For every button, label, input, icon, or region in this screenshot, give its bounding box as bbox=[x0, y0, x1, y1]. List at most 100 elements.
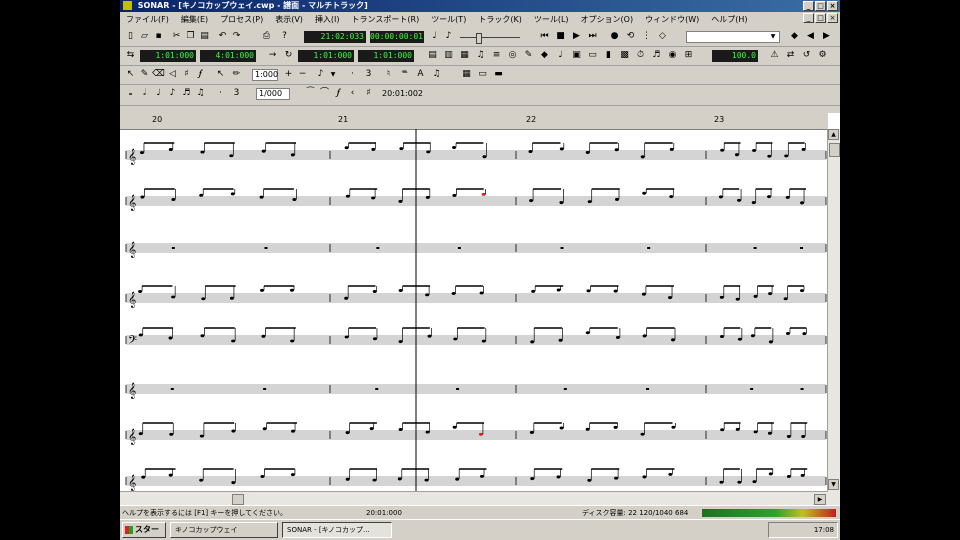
fast-forward-icon[interactable]: ⏭ bbox=[586, 30, 599, 43]
new-file-icon[interactable]: ▯ bbox=[124, 30, 137, 43]
key-icon[interactable]: ♯ bbox=[362, 87, 375, 100]
close-button[interactable]: × bbox=[827, 1, 838, 11]
scroll-right-icon[interactable]: ▶ bbox=[814, 494, 826, 505]
forte-icon[interactable]: 𝆑 bbox=[332, 87, 345, 100]
beam-icon[interactable]: ♫ bbox=[430, 68, 443, 81]
paste-icon[interactable]: ▤ bbox=[198, 30, 211, 43]
menu-help[interactable]: ヘルプ(H) bbox=[705, 14, 753, 25]
punch-start-display[interactable]: 1:01:000 bbox=[298, 50, 354, 62]
view-video-icon[interactable]: ▭ bbox=[586, 49, 599, 62]
tuplet-icon[interactable]: 3 bbox=[362, 68, 375, 81]
vertical-scroll-thumb[interactable] bbox=[829, 143, 840, 157]
view-track-icon[interactable]: ▤ bbox=[426, 49, 439, 62]
view-synth-icon[interactable]: ▩ bbox=[618, 49, 631, 62]
view-ctrl-icon[interactable]: ⊞ bbox=[682, 49, 695, 62]
lyric-icon[interactable]: A bbox=[414, 68, 427, 81]
print-icon[interactable]: ⎙ bbox=[260, 30, 273, 43]
staff-notation[interactable]: 𝄞 𝄞 𝄞 𝄞 𝄢 𝄞 𝄞 𝄞 bbox=[120, 129, 828, 491]
menu-process[interactable]: プロセス(P) bbox=[214, 14, 269, 25]
chevron-down-icon-2[interactable]: ▼ bbox=[328, 68, 338, 81]
marker-icon[interactable]: ◆ bbox=[788, 30, 801, 43]
loop-icon[interactable]: ⟲ bbox=[624, 30, 637, 43]
minimize-button[interactable]: _ bbox=[803, 1, 814, 11]
menu-track[interactable]: トラック(K) bbox=[472, 14, 528, 25]
now-time-display[interactable]: 21:02:033 bbox=[304, 31, 366, 43]
punch-in-icon[interactable]: → bbox=[266, 49, 279, 62]
triplet-note-icon[interactable]: 3 bbox=[230, 87, 243, 100]
copy-icon[interactable]: ❐ bbox=[184, 30, 197, 43]
smpte-time-display[interactable]: 00:00:00:01 bbox=[370, 31, 424, 43]
pointer-tool-icon[interactable]: ↖ bbox=[214, 68, 227, 81]
view-markers-icon[interactable]: ◆ bbox=[538, 49, 551, 62]
settings-icon[interactable]: ⚙ bbox=[816, 49, 829, 62]
zoom-out-icon[interactable]: − bbox=[296, 68, 309, 81]
erase-tool-icon[interactable]: ⌫ bbox=[152, 68, 165, 81]
view-groove-icon[interactable]: ♬ bbox=[650, 49, 663, 62]
tie-icon[interactable]: ⁀ bbox=[304, 87, 317, 100]
scroll-down-icon[interactable]: ▼ bbox=[828, 479, 839, 490]
pencil-tool-icon[interactable]: ✏ bbox=[230, 68, 243, 81]
marker-prev-icon[interactable]: ◀ bbox=[804, 30, 817, 43]
pedal-icon[interactable]: 𝆮 bbox=[398, 68, 411, 81]
view-pianoroll-icon[interactable]: ▦ bbox=[458, 49, 471, 62]
view-big-time-icon[interactable]: ⏱ bbox=[634, 49, 647, 62]
vertical-scrollbar[interactable]: ▲ ▼ bbox=[827, 129, 840, 505]
menu-options[interactable]: オプション(O) bbox=[575, 14, 640, 25]
chevron-down-icon[interactable]: ▼ bbox=[768, 32, 778, 42]
doc-minimize-button[interactable]: _ bbox=[803, 13, 814, 23]
scroll-up-icon[interactable]: ▲ bbox=[828, 129, 839, 140]
stop-icon[interactable]: ■ bbox=[554, 30, 567, 43]
loop-end-display[interactable]: 4:01:000 bbox=[200, 50, 256, 62]
view-event-icon[interactable]: ≡ bbox=[490, 49, 503, 62]
menu-file[interactable]: ファイル(F) bbox=[120, 14, 175, 25]
eighth-note-icon[interactable]: ♪ bbox=[166, 87, 179, 100]
loop-start-display[interactable]: 1:01:000 bbox=[140, 50, 196, 62]
view-tempo-icon[interactable]: ♩ bbox=[554, 49, 567, 62]
score-view[interactable]: 20 21 22 23 𝄞 𝄞 𝄞 𝄞 𝄢 𝄞 𝄞 𝄞 ▲ ▼ ▶ bbox=[120, 113, 840, 506]
step-record-icon[interactable]: ⋮ bbox=[640, 30, 653, 43]
fill-durations-icon[interactable]: ▭ bbox=[476, 68, 489, 81]
auto-punch-icon[interactable]: ◇ bbox=[656, 30, 669, 43]
record-icon[interactable]: ● bbox=[608, 30, 621, 43]
expression-tool-icon[interactable]: 𝆑 bbox=[194, 68, 207, 81]
maximize-button[interactable]: □ bbox=[815, 1, 826, 11]
note-duration-icon[interactable]: ♪ bbox=[314, 68, 327, 81]
view-staff-icon[interactable]: ♫ bbox=[474, 49, 487, 62]
save-icon[interactable]: ▪ bbox=[152, 30, 165, 43]
rewind-icon[interactable]: ⏮ bbox=[538, 30, 551, 43]
view-loop-icon[interactable]: ◎ bbox=[506, 49, 519, 62]
marker-dropdown[interactable] bbox=[686, 31, 780, 43]
marker-next-icon[interactable]: ▶ bbox=[820, 30, 833, 43]
sixteenth-note-icon[interactable]: ♬ bbox=[180, 87, 193, 100]
menu-view[interactable]: 表示(V) bbox=[269, 14, 309, 25]
loop-toggle-icon[interactable]: ⇆ bbox=[124, 49, 137, 62]
start-button[interactable]: スタート bbox=[122, 522, 166, 540]
view-surround-icon[interactable]: ◉ bbox=[666, 49, 679, 62]
resolution-field[interactable]: 1:000 bbox=[252, 69, 278, 81]
layout-icon[interactable]: ▦ bbox=[460, 68, 473, 81]
taskbar-item-sonar[interactable]: SONAR - [キノコカップ... bbox=[282, 522, 392, 538]
quarter-note-icon[interactable]: ♩ bbox=[152, 87, 165, 100]
menu-edit[interactable]: 編集(E) bbox=[175, 14, 214, 25]
whole-note-icon[interactable]: 𝅝 bbox=[124, 87, 137, 100]
play-icon[interactable]: ▶ bbox=[570, 30, 583, 43]
time-ruler[interactable]: 20 21 22 23 bbox=[120, 113, 828, 130]
menu-tools[interactable]: ツール(T) bbox=[425, 14, 472, 25]
menu-transport[interactable]: トランスポート(R) bbox=[346, 14, 426, 25]
position-slider[interactable] bbox=[460, 37, 520, 38]
undo-icon[interactable]: ↶ bbox=[216, 30, 229, 43]
scrub-tool-icon[interactable]: ◁ bbox=[166, 68, 179, 81]
tempo-icon[interactable]: ♪ bbox=[442, 30, 455, 43]
view-sysx-icon[interactable]: ▣ bbox=[570, 49, 583, 62]
open-folder-icon[interactable]: ▱ bbox=[138, 30, 151, 43]
select-tool-icon[interactable]: ↖ bbox=[124, 68, 137, 81]
position-slider-thumb[interactable] bbox=[476, 33, 482, 44]
half-note-icon[interactable]: 𝅗𝅥 bbox=[138, 87, 151, 100]
help-icon[interactable]: ? bbox=[278, 30, 291, 43]
thirtysecond-note-icon[interactable]: ♫ bbox=[194, 87, 207, 100]
reset-icon[interactable]: ↺ bbox=[800, 49, 813, 62]
sync-icon[interactable]: ⇄ bbox=[784, 49, 797, 62]
trim-durations-icon[interactable]: ▬ bbox=[492, 68, 505, 81]
chord-tool-icon[interactable]: ♯ bbox=[180, 68, 193, 81]
fret-icon[interactable]: ♮ bbox=[382, 68, 395, 81]
